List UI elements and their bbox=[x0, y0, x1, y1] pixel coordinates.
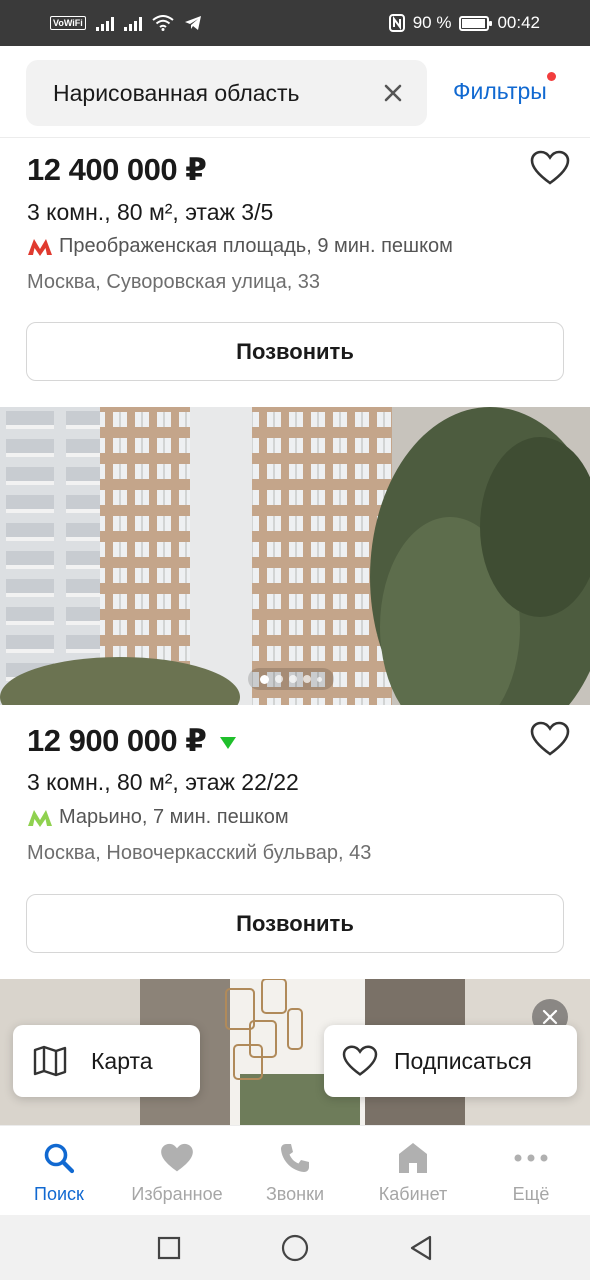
pager-dot bbox=[303, 675, 311, 683]
clear-icon[interactable] bbox=[381, 81, 405, 105]
pager-dot bbox=[317, 676, 322, 682]
metro-text: Марьино, 7 мин. пешком bbox=[59, 806, 289, 828]
map-button[interactable]: Карта bbox=[13, 1025, 200, 1097]
filters-button[interactable]: Фильтры bbox=[453, 72, 556, 105]
nav-label: Ещё bbox=[512, 1184, 550, 1204]
listing-card[interactable]: 12 900 000 ₽ 3 комн., 80 м², этаж 22/22 … bbox=[0, 705, 590, 979]
listing-address: Москва, Новочеркасский бульвар, 43 bbox=[27, 842, 372, 864]
listing-photo[interactable] bbox=[0, 407, 590, 705]
nav-label: Поиск bbox=[34, 1184, 84, 1204]
listing-details: 3 комн., 80 м², этаж 3/5 bbox=[27, 199, 274, 225]
price-row: 12 400 000 ₽ bbox=[27, 152, 207, 188]
listing-address: Москва, Суворовская улица, 33 bbox=[27, 271, 321, 293]
home-circle-icon[interactable] bbox=[281, 1234, 309, 1262]
signal-icon-2 bbox=[123, 15, 142, 31]
status-right: 90 % 00:42 bbox=[388, 13, 540, 33]
telegram-icon bbox=[184, 16, 201, 30]
subscribe-button[interactable]: Подписаться bbox=[324, 1025, 577, 1097]
price-row: 12 900 000 ₽ bbox=[27, 723, 237, 759]
metro-text: Преображенская площадь, 9 мин. пешком bbox=[59, 235, 453, 257]
price-down-icon bbox=[220, 737, 237, 749]
back-triangle-icon[interactable] bbox=[409, 1235, 433, 1261]
nav-label: Избранное bbox=[131, 1184, 223, 1204]
nav-search[interactable]: Поиск bbox=[0, 1126, 118, 1215]
battery-percent: 90 % bbox=[412, 13, 452, 32]
battery-icon bbox=[459, 15, 493, 31]
metro-row: Преображенская площадь, 9 мин. пешком bbox=[27, 235, 453, 258]
nav-more[interactable]: Ещё bbox=[472, 1126, 590, 1215]
favorite-heart-icon[interactable] bbox=[530, 150, 570, 186]
metro-row: Марьино, 7 мин. пешком bbox=[27, 806, 289, 829]
more-icon bbox=[514, 1140, 548, 1176]
system-nav-bar bbox=[0, 1215, 590, 1280]
nav-label: Звонки bbox=[265, 1184, 325, 1204]
nfc-icon bbox=[388, 14, 405, 32]
photo-pager-dots bbox=[248, 668, 334, 690]
search-field[interactable]: Нарисованная область bbox=[26, 60, 427, 126]
listing-card[interactable]: 12 400 000 ₽ 3 комн., 80 м², этаж 3/5 Пр… bbox=[0, 138, 590, 407]
metro-icon bbox=[28, 809, 52, 827]
network-badge: VoWiFi bbox=[50, 16, 86, 30]
nav-calls[interactable]: Звонки bbox=[236, 1126, 354, 1215]
listing-price: 12 400 000 ₽ bbox=[27, 152, 207, 187]
search-header: Нарисованная область Фильтры bbox=[0, 46, 590, 138]
heart-icon bbox=[160, 1140, 194, 1176]
call-button[interactable]: Позвонить bbox=[26, 894, 564, 953]
clock: 00:42 bbox=[497, 13, 540, 32]
map-icon bbox=[33, 1045, 67, 1077]
recents-square-icon[interactable] bbox=[157, 1236, 181, 1260]
nav-label: Кабинет bbox=[378, 1184, 448, 1204]
status-left: VoWiFi bbox=[50, 15, 202, 31]
pager-dot bbox=[275, 675, 283, 683]
nav-favorites[interactable]: Избранное bbox=[118, 1126, 236, 1215]
pager-dot bbox=[289, 675, 297, 683]
bottom-nav: Поиск Избранное Звонки Кабинет Ещё bbox=[0, 1125, 590, 1215]
filters-label: Фильтры bbox=[453, 78, 547, 104]
home-icon bbox=[398, 1140, 428, 1176]
pager-dot-active bbox=[260, 674, 269, 684]
favorite-heart-icon[interactable] bbox=[530, 721, 570, 757]
wifi-icon bbox=[152, 15, 174, 31]
signal-icon bbox=[95, 15, 114, 31]
search-icon bbox=[43, 1140, 75, 1176]
metro-icon bbox=[28, 238, 52, 256]
status-bar: VoWiFi 90 % 00:42 bbox=[0, 0, 590, 46]
listing-price: 12 900 000 ₽ bbox=[27, 723, 207, 758]
search-query: Нарисованная область bbox=[53, 79, 300, 106]
filters-notification-dot bbox=[546, 72, 556, 81]
nav-cabinet[interactable]: Кабинет bbox=[354, 1126, 472, 1215]
listing-details: 3 комн., 80 м², этаж 22/22 bbox=[27, 769, 299, 795]
phone-icon bbox=[279, 1140, 311, 1176]
heart-icon bbox=[342, 1045, 378, 1076]
subscribe-label: Подписаться bbox=[394, 1047, 532, 1074]
map-label: Карта bbox=[91, 1047, 153, 1074]
call-button[interactable]: Позвонить bbox=[26, 322, 564, 381]
